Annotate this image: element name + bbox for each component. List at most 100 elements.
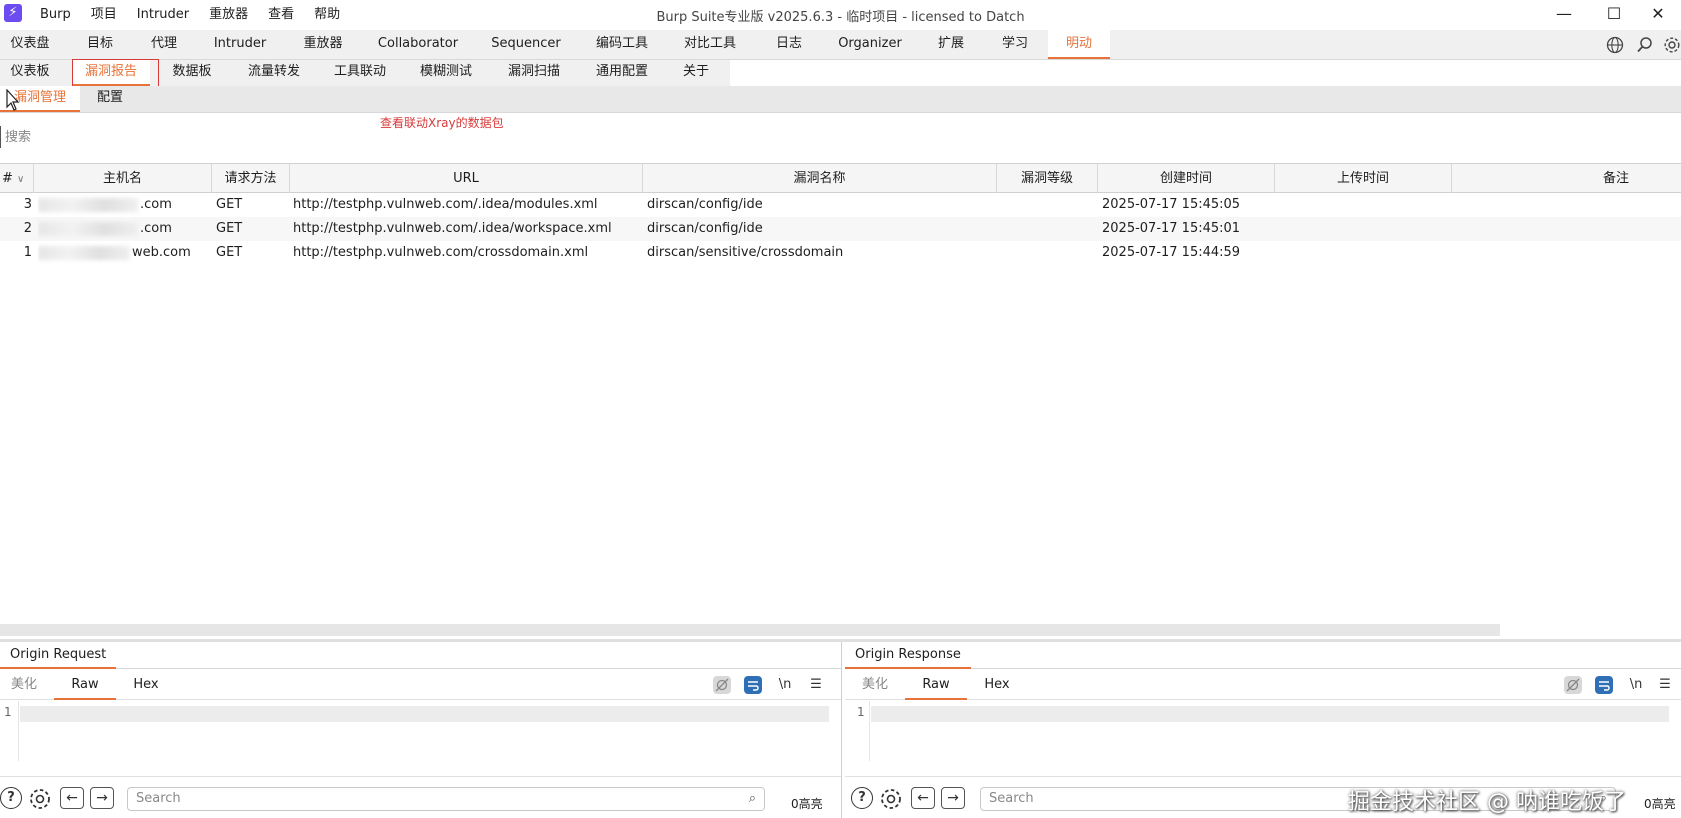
- sort-chevron-icon: ∨: [17, 174, 25, 185]
- forward-arrow-icon[interactable]: →: [90, 787, 114, 809]
- tab-target[interactable]: 目标: [72, 30, 128, 59]
- globe-icon[interactable]: [1606, 36, 1624, 54]
- view-raw[interactable]: Raw: [54, 670, 116, 700]
- menu-repeater[interactable]: 重放器: [199, 6, 258, 24]
- menu-burp[interactable]: Burp: [30, 6, 81, 24]
- current-line-highlight: [20, 706, 829, 722]
- table-row[interactable]: 3 .com GET http://testphp.vulnweb.com/.i…: [0, 193, 1681, 217]
- response-editor[interactable]: 1: [845, 701, 1681, 761]
- subtab-about[interactable]: 关于: [670, 60, 722, 86]
- menu-icon[interactable]: ☰: [806, 675, 826, 695]
- subtab-general-config[interactable]: 通用配置: [584, 60, 660, 86]
- highlight-count: 0高亮: [791, 797, 823, 811]
- view-hex[interactable]: Hex: [977, 670, 1017, 700]
- search-icon[interactable]: [1636, 36, 1654, 54]
- tab-logger[interactable]: 日志: [764, 30, 814, 59]
- view-raw[interactable]: Raw: [905, 670, 967, 700]
- panel-title-bar: Origin Request: [0, 642, 841, 669]
- column-header-host[interactable]: 主机名: [34, 164, 212, 193]
- mouse-cursor-icon: [6, 89, 20, 111]
- column-header-url[interactable]: URL: [290, 164, 643, 193]
- redacted-host: [38, 221, 138, 236]
- settings-gear-icon[interactable]: [879, 787, 903, 811]
- tab-config[interactable]: 配置: [86, 86, 134, 112]
- cell-method: GET: [216, 221, 243, 236]
- tab-extensions[interactable]: 扩展: [926, 30, 976, 59]
- tab-mingdong[interactable]: 明动: [1048, 30, 1110, 59]
- cell-index: 3: [23, 197, 32, 212]
- tab-comparer[interactable]: 对比工具: [676, 30, 744, 59]
- request-bottom-bar: ? ← → Search ⌕ 0高亮: [0, 776, 841, 812]
- tab-origin-response[interactable]: Origin Response: [845, 642, 971, 669]
- tab-intruder[interactable]: Intruder: [204, 30, 276, 59]
- view-hex[interactable]: Hex: [126, 670, 166, 700]
- column-header-level[interactable]: 漏洞等级: [997, 164, 1098, 193]
- search-magnifier-icon: ⌕: [748, 791, 756, 806]
- column-header-vuln-name[interactable]: 漏洞名称: [643, 164, 997, 193]
- tab-proxy[interactable]: 代理: [136, 30, 192, 59]
- watermark: 掘金技术社区 @ 呐谁吃饭了: [1348, 790, 1626, 815]
- back-arrow-icon[interactable]: ←: [60, 787, 84, 809]
- table-row[interactable]: 1 web.com GET http://testphp.vulnweb.com…: [0, 241, 1681, 265]
- column-header-uploaded[interactable]: 上传时间: [1275, 164, 1452, 193]
- wrap-icon[interactable]: [1594, 675, 1614, 695]
- subtab-fuzzing[interactable]: 模糊测试: [410, 60, 482, 86]
- request-editor[interactable]: 1: [0, 701, 841, 761]
- hide-icon[interactable]: [1563, 675, 1583, 695]
- column-header-method[interactable]: 请求方法: [212, 164, 290, 193]
- panel-title-bar: Origin Response: [845, 642, 1681, 669]
- tab-learn[interactable]: 学习: [990, 30, 1040, 59]
- tab-origin-request[interactable]: Origin Request: [0, 642, 117, 669]
- editor-gutter: [869, 701, 870, 761]
- tab-decoder[interactable]: 编码工具: [588, 30, 656, 59]
- cell-index: 2: [23, 221, 32, 236]
- close-icon[interactable]: ✕: [1634, 2, 1681, 28]
- view-pretty[interactable]: 美化: [4, 670, 44, 700]
- cell-uploaded: [1279, 193, 1449, 217]
- subtab-vuln-scan[interactable]: 漏洞扫描: [496, 60, 572, 86]
- menu-icon[interactable]: ☰: [1655, 675, 1675, 695]
- cell-level: [1001, 217, 1096, 241]
- cell-url: http://testphp.vulnweb.com/.idea/modules…: [293, 197, 598, 212]
- subtab-tool-link[interactable]: 工具联动: [324, 60, 396, 86]
- tab-dashboard[interactable]: 仪表盘: [0, 30, 60, 59]
- menu-intruder[interactable]: Intruder: [127, 6, 199, 24]
- table-row[interactable]: 2 .com GET http://testphp.vulnweb.com/.i…: [0, 217, 1681, 241]
- newline-toggle[interactable]: \n: [775, 675, 795, 695]
- gear-icon[interactable]: [1663, 36, 1681, 54]
- horizontal-scrollbar[interactable]: [0, 624, 1500, 636]
- cell-level: [1001, 193, 1096, 217]
- wrap-icon[interactable]: [743, 675, 763, 695]
- menu-view[interactable]: 查看: [258, 6, 304, 24]
- cell-method: GET: [216, 245, 243, 260]
- subtab-traffic-forward[interactable]: 流量转发: [238, 60, 310, 86]
- maximize-icon[interactable]: ☐: [1590, 2, 1638, 28]
- cell-created: 2025-07-17 15:45:01: [1102, 221, 1241, 236]
- back-arrow-icon[interactable]: ←: [911, 787, 935, 809]
- help-icon[interactable]: ?: [0, 787, 22, 809]
- tab-sequencer[interactable]: Sequencer: [482, 30, 570, 59]
- newline-toggle[interactable]: \n: [1626, 675, 1646, 695]
- subtab-dashboard[interactable]: 仪表板: [0, 60, 60, 86]
- tab-organizer[interactable]: Organizer: [830, 30, 910, 59]
- main-tab-bar: 仪表盘 目标 代理 Intruder 重放器 Collaborator Sequ…: [0, 30, 1681, 60]
- menu-project[interactable]: 项目: [81, 6, 127, 24]
- settings-gear-icon[interactable]: [28, 787, 52, 811]
- menu-bar: Burp 项目 Intruder 重放器 查看 帮助: [30, 6, 350, 24]
- view-pretty[interactable]: 美化: [855, 670, 895, 700]
- forward-arrow-icon[interactable]: →: [941, 787, 965, 809]
- tab-repeater[interactable]: 重放器: [290, 30, 356, 59]
- search-input[interactable]: [0, 126, 600, 148]
- help-icon[interactable]: ?: [851, 787, 873, 809]
- request-search-input[interactable]: Search ⌕: [127, 787, 765, 811]
- column-header-created[interactable]: 创建时间: [1098, 164, 1275, 193]
- hide-icon[interactable]: [712, 675, 732, 695]
- subtab-data-board[interactable]: 数据板: [160, 60, 224, 86]
- cell-vuln-name: dirscan/config/ide: [647, 221, 763, 236]
- column-header-index[interactable]: # ∨: [0, 164, 34, 193]
- tab-collaborator[interactable]: Collaborator: [370, 30, 466, 59]
- cell-uploaded: [1279, 241, 1449, 265]
- menu-help[interactable]: 帮助: [304, 6, 350, 24]
- column-header-note[interactable]: 备注: [1452, 164, 1681, 193]
- minimize-icon[interactable]: —: [1540, 2, 1588, 28]
